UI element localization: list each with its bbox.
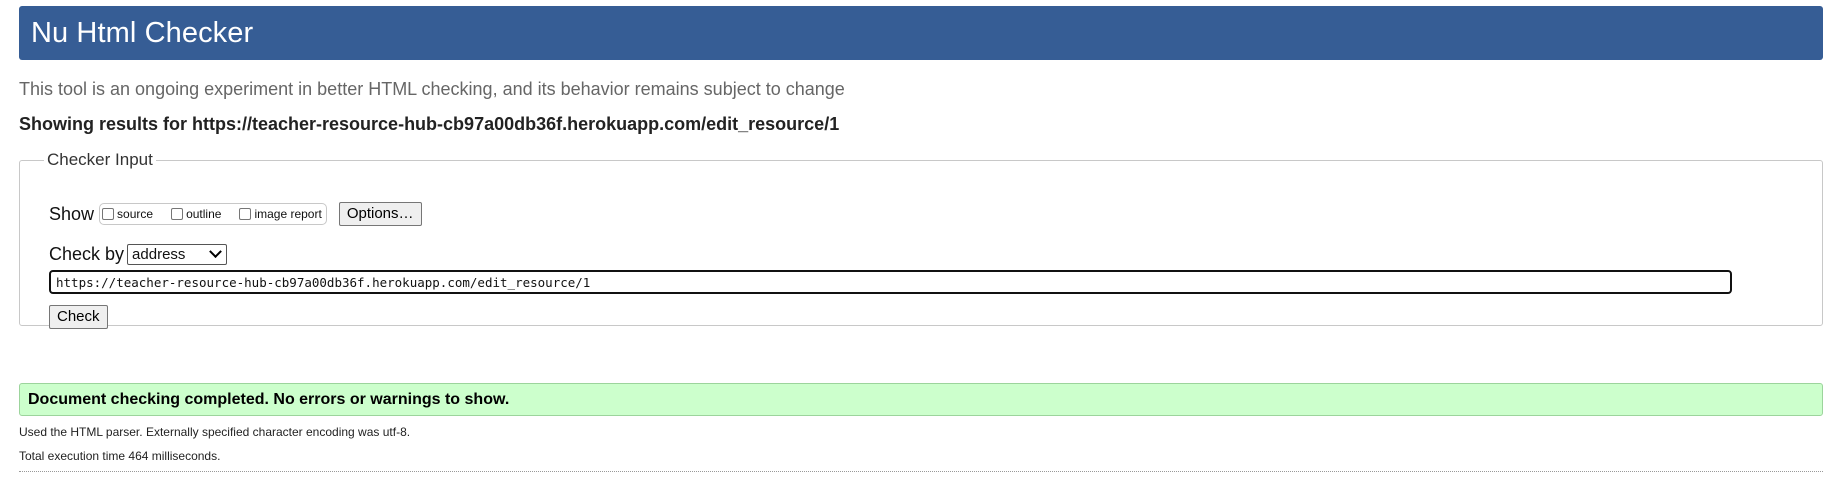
page-title: Nu Html Checker	[31, 16, 254, 49]
check-by-row: Check by address	[49, 244, 228, 265]
show-label: Show	[49, 203, 95, 224]
show-source-option[interactable]: source	[102, 207, 153, 221]
outline-checkbox[interactable]	[171, 208, 184, 220]
options-button[interactable]: Options…	[338, 202, 422, 226]
success-message: Document checking completed. No errors o…	[19, 383, 1823, 416]
show-outline-option[interactable]: outline	[171, 207, 221, 221]
image-report-checkbox-label: image report	[254, 207, 322, 221]
source-checkbox[interactable]	[102, 208, 115, 220]
check-by-label: Check by	[49, 244, 125, 264]
check-by-select[interactable]: address	[127, 244, 228, 265]
tagline: This tool is an ongoing experiment in be…	[19, 79, 845, 99]
checker-input-fieldset: Checker Input Show source outline image …	[19, 150, 1823, 329]
chevron-down-icon	[209, 245, 222, 259]
image-report-checkbox[interactable]	[239, 208, 252, 220]
check-by-selected-value: address	[132, 246, 186, 263]
show-row: Show source outline image report Options…	[49, 202, 422, 226]
parser-info: Used the HTML parser. Externally specifi…	[19, 425, 411, 439]
page: Nu Html Checker This tool is an ongoing …	[0, 0, 1836, 485]
outline-checkbox-label: outline	[186, 207, 222, 221]
show-options-group: source outline image report	[99, 203, 327, 225]
show-image-report-option[interactable]: image report	[239, 207, 322, 221]
checker-input-legend: Checker Input	[47, 150, 153, 169]
header-bar: Nu Html Checker	[19, 6, 1823, 60]
source-checkbox-label: source	[117, 207, 154, 221]
execution-time: Total execution time 464 milliseconds.	[19, 449, 221, 463]
dotted-divider	[19, 471, 1823, 472]
showing-results-heading: Showing results for https://teacher-reso…	[19, 114, 840, 134]
check-button[interactable]: Check	[49, 305, 108, 329]
url-input[interactable]: https://teacher-resource-hub-cb97a00db36…	[49, 270, 1732, 294]
